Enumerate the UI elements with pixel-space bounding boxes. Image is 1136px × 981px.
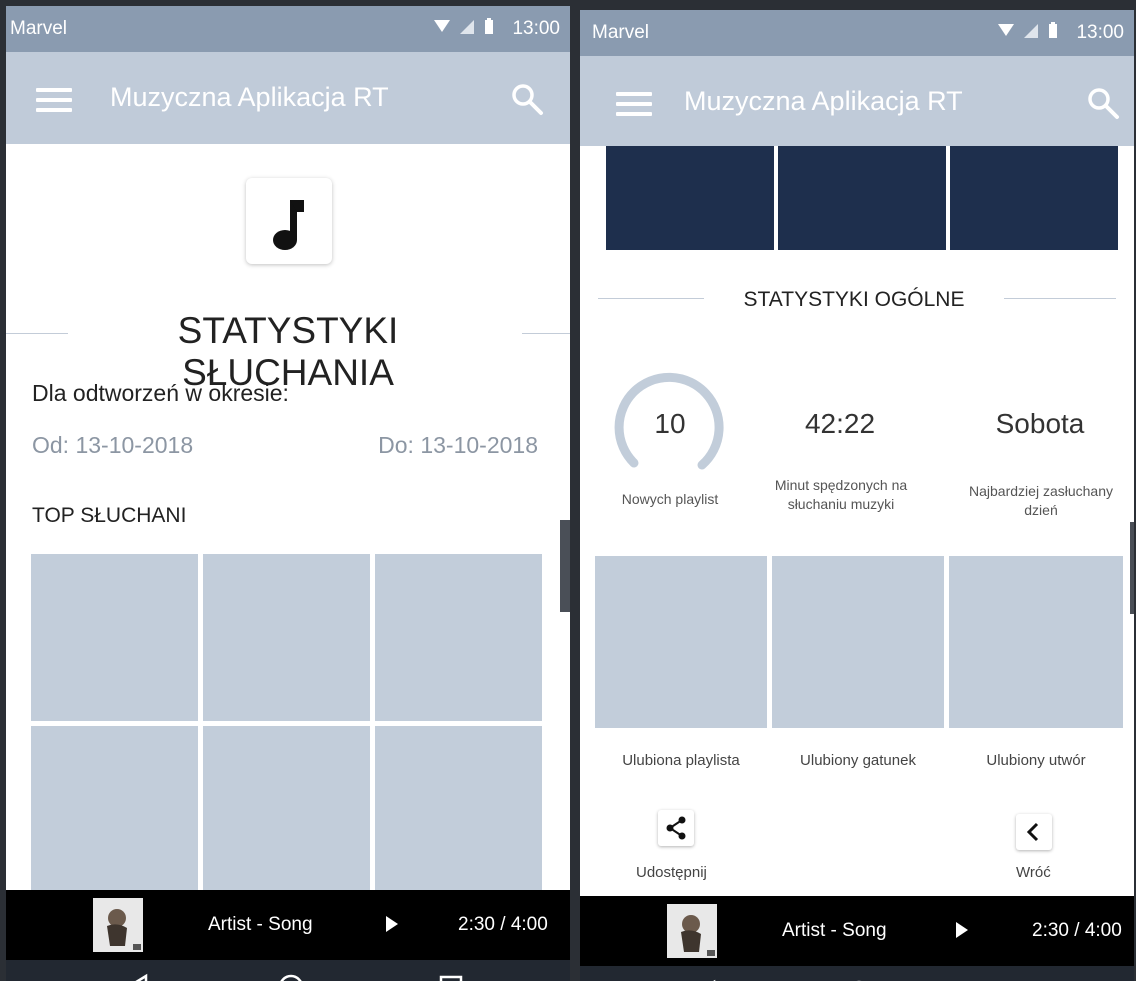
system-icons <box>998 22 1058 41</box>
back-label[interactable]: Wróć <box>1016 864 1051 881</box>
battery-icon <box>485 18 493 34</box>
favorite-caption: Ulubiony utwór <box>986 752 1086 769</box>
android-nav-bar <box>6 960 570 981</box>
status-bar: Marvel 13:00 <box>580 10 1134 56</box>
mini-player[interactable]: Artist - Song 2:30 / 4:00 <box>580 896 1134 966</box>
status-bar: Marvel 13:00 <box>6 6 570 52</box>
album-art-icon <box>681 915 715 956</box>
share-icon <box>666 816 686 840</box>
divider-right <box>522 333 570 334</box>
song-title: Artist - Song <box>782 920 887 941</box>
top-tile[interactable] <box>606 146 774 250</box>
favorite-tile[interactable] <box>772 556 944 728</box>
period-label: Dla odtworzeń w okresie: <box>32 380 289 406</box>
song-title: Artist - Song <box>208 914 313 935</box>
wifi-icon <box>434 20 451 32</box>
top-tile[interactable] <box>203 554 370 721</box>
top-tile[interactable] <box>778 146 946 250</box>
app-bar: Muzyczna Aplikacja RT <box>580 56 1134 146</box>
top-heading: TOP SŁUCHANI <box>32 504 187 527</box>
stat-value: 42:22 <box>804 408 876 439</box>
album-cover[interactable] <box>667 904 717 958</box>
back-button[interactable] <box>1016 814 1052 850</box>
divider-right <box>1004 298 1116 299</box>
favorite-tile[interactable] <box>949 556 1123 728</box>
date-to[interactable]: Do: 13-10-2018 <box>378 432 538 459</box>
clock: 13:00 <box>1076 22 1124 43</box>
share-label[interactable]: Udostępnij <box>636 864 707 881</box>
app-title: Muzyczna Aplikacja RT <box>110 82 389 112</box>
stat-caption: Minut spędzonych na słuchaniu muzyki <box>774 477 908 512</box>
top-tile[interactable] <box>31 554 198 721</box>
app-bar: Muzyczna Aplikacja RT <box>6 52 570 144</box>
top-tile[interactable] <box>950 146 1118 250</box>
scrollbar[interactable] <box>1130 522 1134 614</box>
top-tile[interactable] <box>375 554 542 721</box>
album-cover[interactable] <box>93 898 143 952</box>
music-note-icon <box>273 200 304 250</box>
back-nav-icon[interactable] <box>122 972 152 981</box>
search-icon[interactable] <box>510 82 544 116</box>
carrier-name: Marvel <box>592 22 650 43</box>
clock: 13:00 <box>512 18 560 39</box>
divider-left <box>6 333 68 334</box>
menu-icon[interactable] <box>616 92 652 116</box>
play-icon[interactable] <box>956 922 968 938</box>
stat-caption: Nowych playlist <box>621 491 719 507</box>
share-button[interactable] <box>658 810 694 846</box>
menu-icon[interactable] <box>36 88 72 112</box>
favorite-caption: Ulubiony gatunek <box>800 752 916 769</box>
chevron-left-icon <box>1026 822 1039 842</box>
stat-value: 10 <box>654 408 686 439</box>
app-title: Muzyczna Aplikacja RT <box>684 86 963 116</box>
album-art-icon <box>107 909 141 950</box>
top-tile[interactable] <box>375 726 542 893</box>
stat-caption: Najbardziej zasłuchany dzień <box>969 483 1113 518</box>
top-tile[interactable] <box>203 726 370 893</box>
playback-time: 2:30 / 4:00 <box>1032 920 1122 941</box>
section-title: STATYSTYKI OGÓLNE <box>743 288 965 311</box>
system-icons <box>434 18 494 37</box>
favorite-tile[interactable] <box>595 556 767 728</box>
favorite-caption: Ulubiona playlista <box>622 752 740 769</box>
left-phone-screen: Marvel 13:00 Muzyczna Aplikacja RT STATY… <box>6 6 570 981</box>
carrier-name: Marvel <box>10 18 68 39</box>
music-note-logo <box>246 178 332 264</box>
home-nav-icon[interactable] <box>276 972 306 981</box>
stat-value: Sobota <box>995 408 1085 439</box>
search-icon[interactable] <box>1086 86 1120 120</box>
android-nav-bar <box>580 966 1134 981</box>
mini-player[interactable]: Artist - Song 2:30 / 4:00 <box>6 890 570 960</box>
scrollbar[interactable] <box>560 520 570 612</box>
playback-time: 2:30 / 4:00 <box>458 914 548 935</box>
signal-icon <box>460 20 475 34</box>
signal-icon <box>1024 24 1039 38</box>
divider-left <box>598 298 704 299</box>
recents-nav-icon[interactable] <box>436 972 466 981</box>
play-icon[interactable] <box>386 916 398 932</box>
date-from[interactable]: Od: 13-10-2018 <box>32 432 193 459</box>
top-tile[interactable] <box>31 726 198 893</box>
wifi-icon <box>998 24 1015 36</box>
battery-icon <box>1049 22 1057 38</box>
right-phone-screen: Marvel 13:00 Muzyczna Aplikacja RT STATY… <box>580 10 1134 981</box>
